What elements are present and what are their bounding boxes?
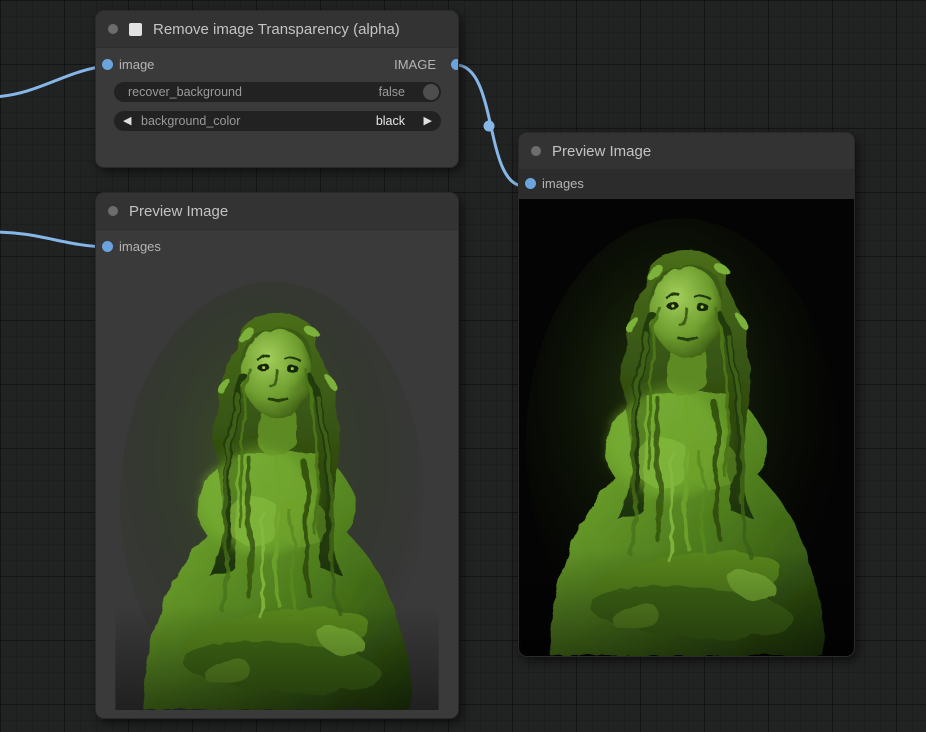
input-port-image[interactable] bbox=[102, 59, 113, 70]
link-image-to-preview-right[interactable] bbox=[456, 65, 524, 186]
node-header[interactable]: Remove image Transparency (alpha) bbox=[96, 11, 458, 48]
input-label-image: image bbox=[119, 57, 154, 72]
node-header[interactable]: Preview Image bbox=[519, 133, 854, 170]
widget-recover-background[interactable]: recover_background false bbox=[114, 82, 441, 102]
widget-value: false bbox=[379, 85, 405, 99]
toggle-knob[interactable] bbox=[423, 84, 439, 100]
node-title: Preview Image bbox=[552, 143, 651, 160]
output-port-IMAGE[interactable] bbox=[451, 59, 459, 70]
input-port-images[interactable] bbox=[102, 241, 113, 252]
combo-right-arrow-icon[interactable]: ▶ bbox=[424, 113, 432, 129]
widget-name: background_color bbox=[141, 114, 240, 128]
slot-row: images bbox=[96, 235, 458, 259]
widget-name: recover_background bbox=[128, 85, 242, 99]
node-remove-image-transparency[interactable]: Remove image Transparency (alpha) image … bbox=[95, 10, 459, 168]
node-graph-canvas[interactable]: Remove image Transparency (alpha) image … bbox=[0, 0, 926, 732]
slot-row: image IMAGE bbox=[96, 53, 458, 77]
node-box-icon bbox=[129, 23, 142, 36]
link-into-image-input[interactable] bbox=[0, 66, 107, 97]
node-preview-image-right[interactable]: Preview Image images bbox=[518, 132, 855, 657]
collapse-dot-icon[interactable] bbox=[108, 24, 118, 34]
collapse-dot-icon[interactable] bbox=[531, 146, 541, 156]
input-label-images: images bbox=[119, 239, 161, 254]
widget-background-color[interactable]: ◀ background_color black ▶ bbox=[114, 111, 441, 131]
link-into-images-input-left[interactable] bbox=[0, 232, 107, 247]
collapse-dot-icon[interactable] bbox=[108, 206, 118, 216]
node-header[interactable]: Preview Image bbox=[96, 193, 458, 230]
input-port-images[interactable] bbox=[525, 178, 536, 189]
combo-left-arrow-icon[interactable]: ◀ bbox=[123, 113, 131, 129]
link-midpoint-dot[interactable] bbox=[484, 121, 495, 132]
node-title: Remove image Transparency (alpha) bbox=[153, 21, 400, 38]
output-label-IMAGE: IMAGE bbox=[394, 57, 436, 72]
slot-row: images bbox=[519, 172, 854, 196]
node-preview-image-left[interactable]: Preview Image images bbox=[95, 192, 459, 719]
input-label-images: images bbox=[542, 176, 584, 191]
node-title: Preview Image bbox=[129, 203, 228, 220]
preview-image bbox=[111, 263, 443, 710]
preview-image bbox=[519, 199, 854, 656]
widget-value: black bbox=[376, 114, 405, 128]
